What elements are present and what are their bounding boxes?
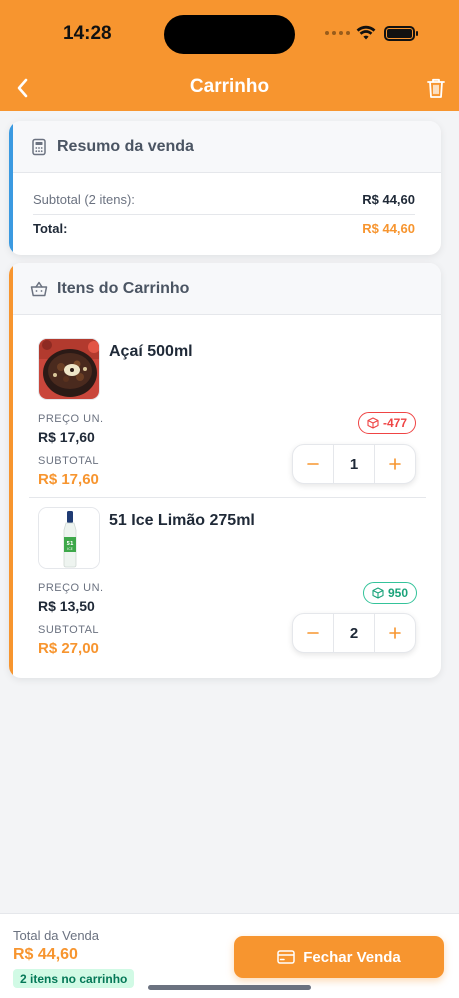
quantity-stepper: 1	[292, 444, 416, 484]
close-sale-label: Fechar Venda	[303, 948, 401, 966]
quantity-value[interactable]: 2	[333, 614, 375, 652]
close-sale-button[interactable]: Fechar Venda	[234, 936, 444, 978]
subtotal-row: Subtotal (2 itens): R$ 44,60	[33, 192, 415, 207]
total-value: R$ 44,60	[362, 221, 415, 236]
item-subtotal: R$ 27,00	[38, 640, 99, 657]
decrease-button[interactable]	[293, 445, 333, 483]
quantity-value[interactable]: 1	[333, 445, 375, 483]
signal-icon	[325, 31, 350, 35]
wifi-icon	[356, 25, 376, 40]
plus-icon	[389, 458, 401, 470]
box-icon	[372, 587, 384, 599]
increase-button[interactable]	[375, 445, 415, 483]
unit-price-label: PREÇO UN.	[38, 413, 104, 425]
stock-value: -477	[383, 416, 408, 430]
total-label: Total:	[33, 221, 68, 236]
dynamic-island	[164, 15, 295, 54]
stock-value: 950	[388, 586, 409, 600]
subtotal-label: SUBTOTAL	[38, 624, 100, 636]
app-header: 14:28 Carrinho	[0, 0, 459, 111]
minus-icon	[307, 632, 319, 634]
item-divider	[29, 497, 426, 498]
subtotal-label: Subtotal (2 itens):	[33, 192, 135, 207]
calculator-icon	[32, 138, 46, 155]
subtotal-value: R$ 44,60	[362, 192, 415, 207]
item-image-acai	[38, 338, 100, 400]
stock-badge: 950	[363, 582, 418, 604]
summary-header: Resumo da venda	[9, 121, 441, 173]
cart-header: Itens do Carrinho	[9, 263, 441, 315]
cart-accent-bar	[9, 263, 13, 678]
home-indicator	[148, 985, 311, 990]
unit-price-label: PREÇO UN.	[38, 582, 104, 594]
summary-divider	[33, 214, 415, 215]
stock-badge: -477	[358, 412, 417, 434]
summary-accent-bar	[9, 121, 13, 255]
trash-icon[interactable]	[426, 77, 446, 99]
unit-price: R$ 13,50	[38, 598, 95, 614]
sale-total-value: R$ 44,60	[13, 946, 78, 963]
plus-icon	[389, 627, 401, 639]
item-image-51-ice: 51 ICE	[38, 507, 100, 569]
item-subtotal: R$ 17,60	[38, 471, 99, 488]
credit-card-icon	[277, 950, 295, 964]
subtotal-label: SUBTOTAL	[38, 455, 100, 467]
increase-button[interactable]	[375, 614, 415, 652]
sale-total-label: Total da Venda	[13, 928, 100, 943]
box-icon	[367, 417, 379, 429]
summary-title: Resumo da venda	[57, 137, 194, 155]
item-name: 51 Ice Limão 275ml	[109, 512, 255, 529]
basket-icon	[30, 281, 48, 296]
item-name: Açaí 500ml	[109, 343, 193, 360]
svg-text:ICE: ICE	[67, 547, 73, 551]
cart-title: Itens do Carrinho	[57, 279, 190, 297]
items-count-badge: 2 itens no carrinho	[13, 969, 135, 988]
minus-icon	[307, 463, 319, 465]
status-time: 14:28	[63, 23, 112, 44]
total-row: Total: R$ 44,60	[33, 221, 415, 236]
battery-icon	[384, 26, 418, 41]
unit-price: R$ 17,60	[38, 429, 95, 445]
checkout-bar: Total da Venda R$ 44,60 2 itens no carri…	[0, 913, 459, 998]
quantity-stepper: 2	[292, 613, 416, 653]
decrease-button[interactable]	[293, 614, 333, 652]
page-title: Carrinho	[189, 76, 270, 97]
